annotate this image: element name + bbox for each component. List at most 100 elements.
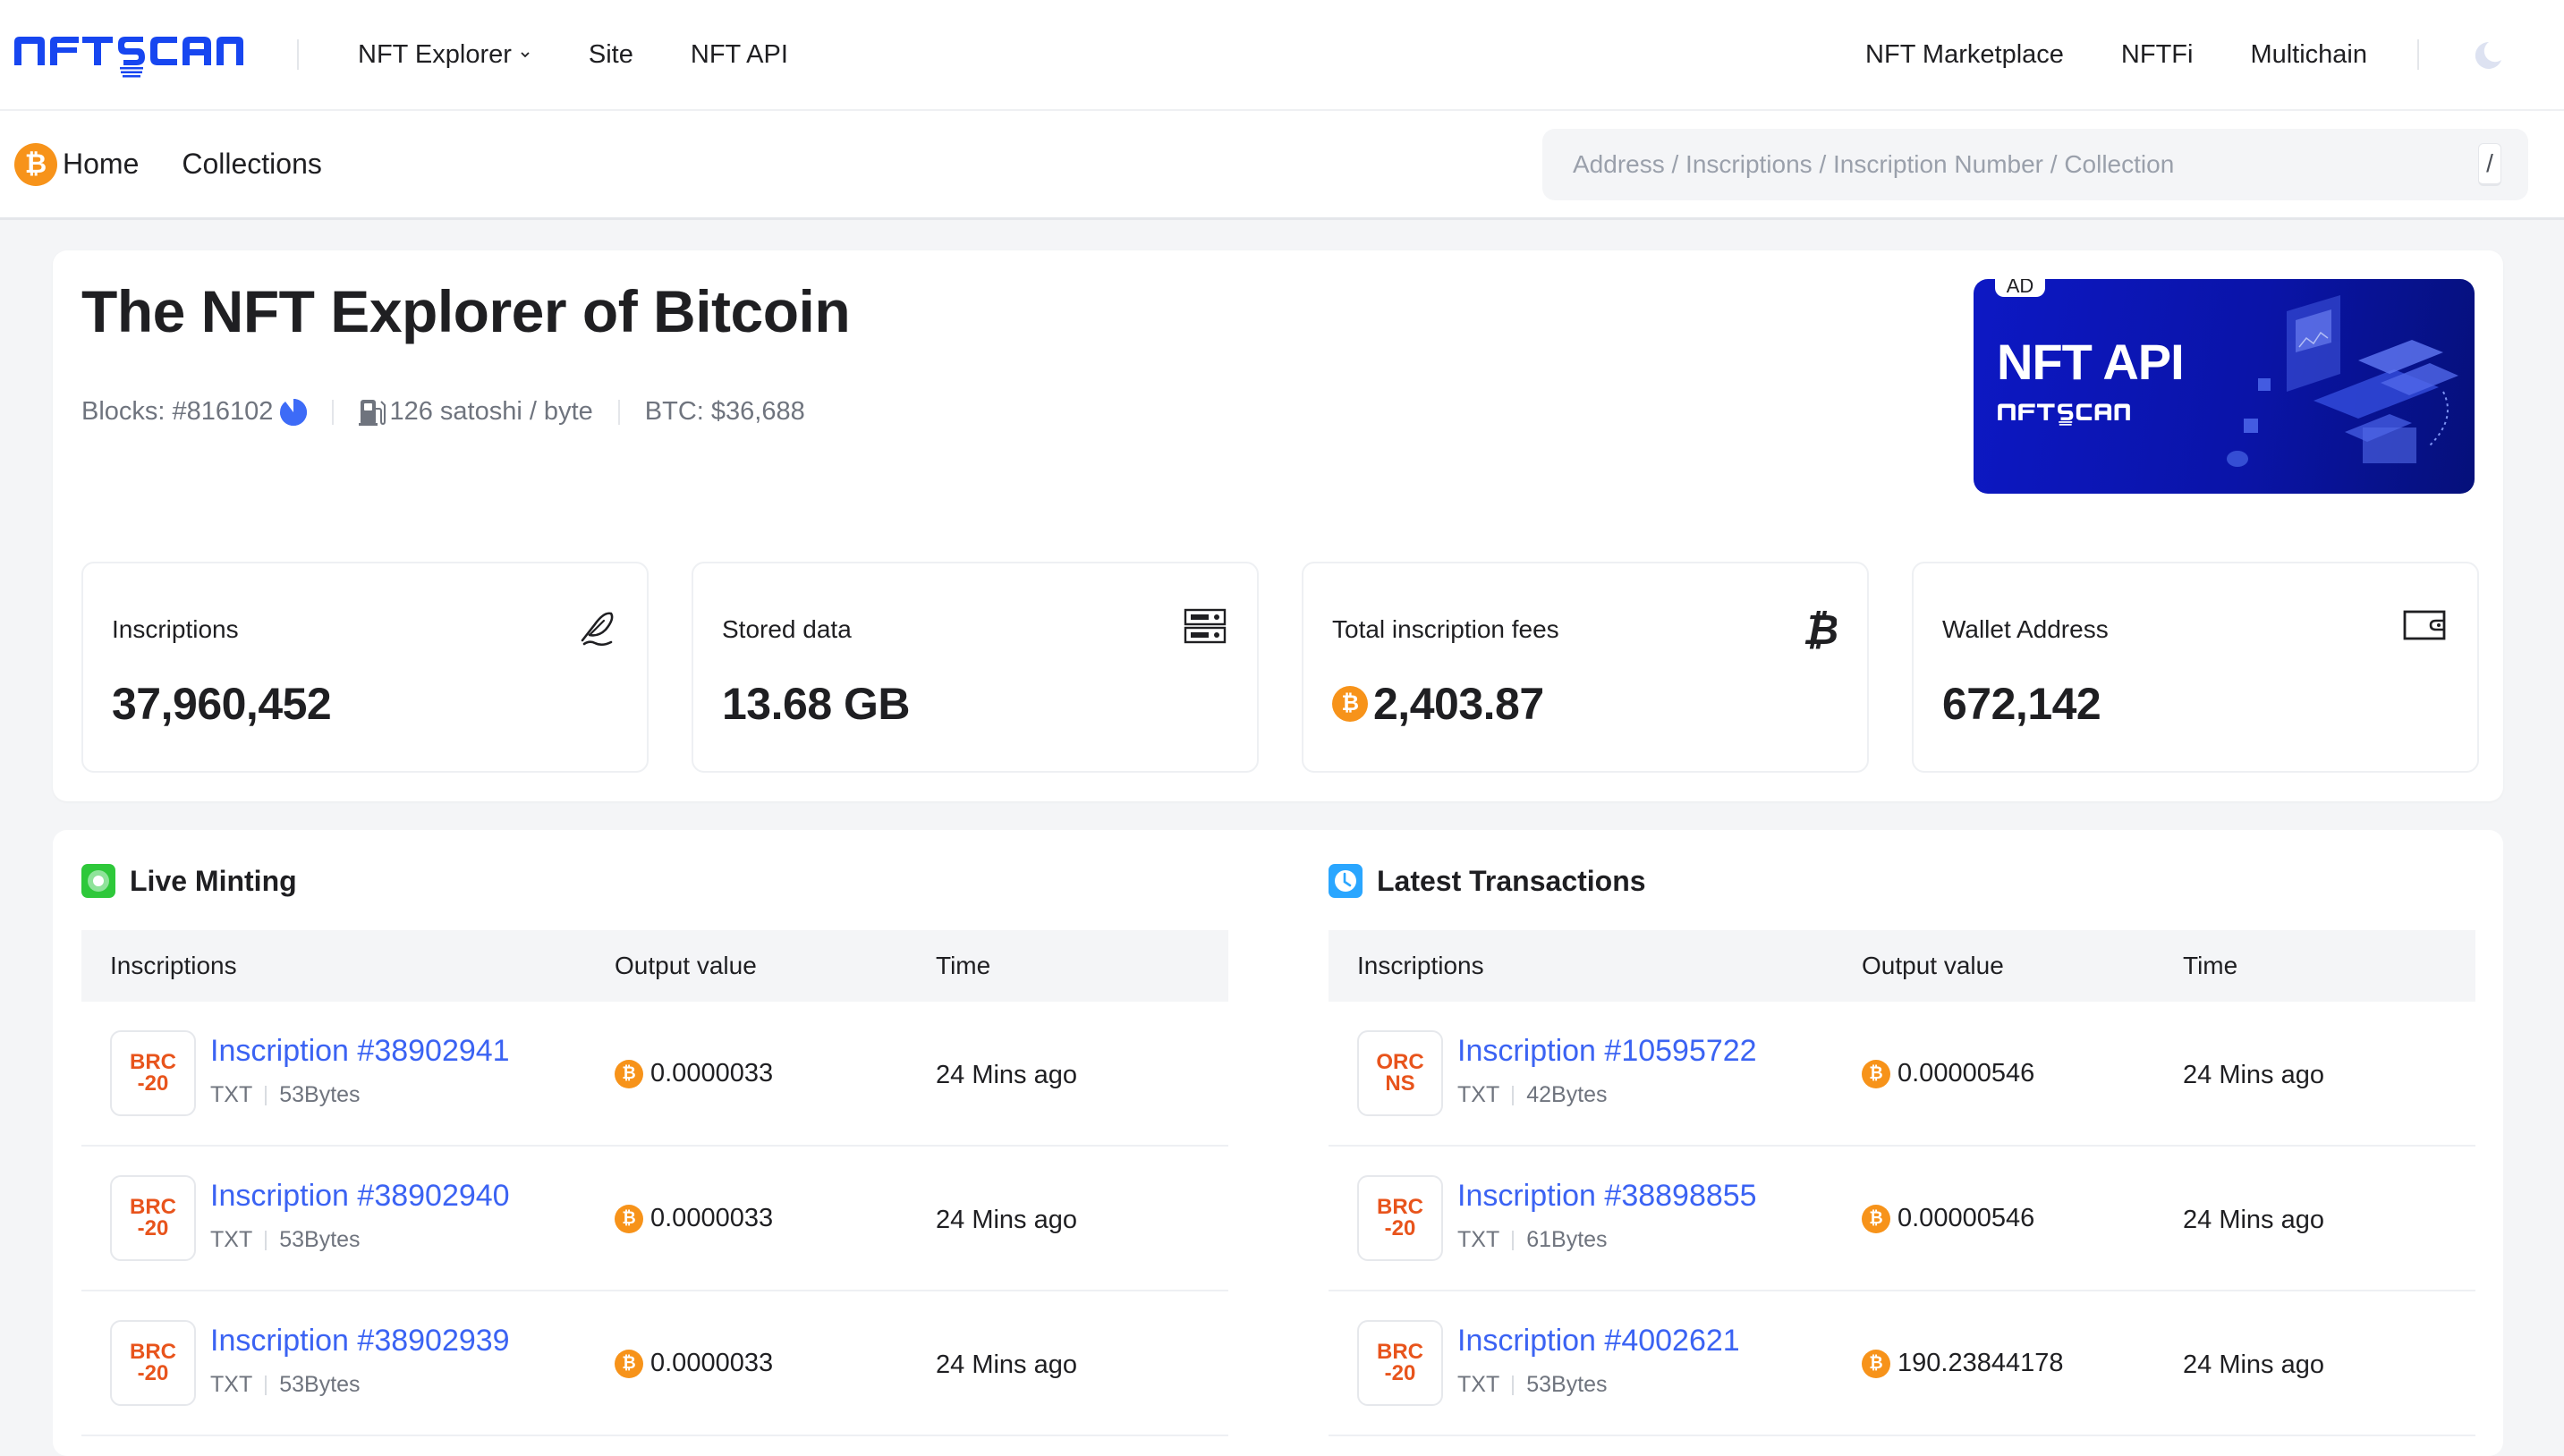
stat-label: Wallet Address — [1942, 615, 2109, 643]
nav-nft-api[interactable]: NFT API — [691, 40, 788, 70]
output-value: ₿ 0.00000546 — [1862, 1059, 2034, 1088]
badge-line: BRC — [1377, 1195, 1423, 1219]
stat-label: Stored data — [722, 615, 852, 643]
output-value-text: 0.0000033 — [650, 1059, 774, 1088]
table-row[interactable]: BRC -20 Inscription #38902941 TXT 53Bytes… — [81, 1002, 1228, 1147]
nav-multichain[interactable]: Multichain — [2250, 40, 2367, 70]
stat-value-text: 2,403.87 — [1373, 679, 1544, 729]
protocol-badge[interactable]: BRC -20 — [110, 1175, 196, 1261]
badge-line: BRC — [130, 1195, 176, 1219]
search-input[interactable] — [1573, 149, 2478, 179]
output-value: ₿ 0.00000546 — [1862, 1204, 2034, 1233]
output-value-text: 0.0000033 — [650, 1204, 774, 1232]
moon-icon[interactable] — [2469, 37, 2505, 72]
content-type: TXT — [210, 1227, 253, 1252]
badge-line: NS — [1385, 1071, 1415, 1096]
badge-line: -20 — [137, 1216, 169, 1240]
protocol-badge[interactable]: BRC -20 — [1357, 1320, 1443, 1406]
column-header: Inscriptions — [1357, 952, 1484, 979]
activity-panel: Live Minting Inscriptions Output value T… — [53, 830, 2503, 1456]
inscription-link[interactable]: Inscription #38902941 — [210, 1034, 510, 1069]
inscription-link[interactable]: Inscription #38898855 — [1457, 1179, 1757, 1214]
content-type: TXT — [1457, 1227, 1500, 1252]
primary-nav: NFT Explorer Site NFT API — [358, 40, 845, 70]
badge-line: ORC — [1376, 1050, 1424, 1074]
stat-card-wallet-address: Wallet Address 672,142 — [1912, 562, 2479, 773]
wallet-icon — [2403, 610, 2446, 640]
content-type: TXT — [1457, 1082, 1500, 1107]
table-row[interactable]: BRC -20 Inscription #38898855 TXT 61Bytes… — [1329, 1147, 2475, 1291]
protocol-badge[interactable]: BRC -20 — [1357, 1175, 1443, 1261]
subnav-home[interactable]: ₿ Home — [14, 142, 139, 186]
badge-line: -20 — [137, 1071, 169, 1096]
blocks-stat: Blocks: #816102 — [81, 397, 274, 426]
stat-value: 13.68 GB — [722, 679, 911, 729]
nav-nft-explorer[interactable]: NFT Explorer — [358, 40, 531, 70]
content-size: 53Bytes — [279, 1082, 361, 1107]
nav-nft-marketplace[interactable]: NFT Marketplace — [1865, 40, 2064, 70]
protocol-badge[interactable]: BRC -20 — [110, 1030, 196, 1116]
stats-divider — [617, 399, 620, 425]
meta-divider — [265, 1085, 267, 1105]
timestamp: 24 Mins ago — [936, 1061, 1077, 1089]
badge-line: BRC — [130, 1050, 176, 1074]
content-size: 53Bytes — [1526, 1372, 1608, 1397]
inscription-link[interactable]: Inscription #10595722 — [1457, 1034, 1757, 1069]
stat-card-stored-data: Stored data 13.68 GB — [692, 562, 1259, 773]
section-title-text: Latest Transactions — [1377, 864, 1646, 897]
ad-tag: AD — [1995, 279, 2045, 297]
nav-nftfi[interactable]: NFTFi — [2121, 40, 2194, 70]
inscription-meta: TXT 53Bytes — [210, 1372, 361, 1398]
gas-pump-icon — [359, 399, 386, 426]
inscription-meta: TXT 53Bytes — [210, 1227, 361, 1253]
stat-value: ₿ 2,403.87 — [1332, 678, 1544, 730]
subnav-collections[interactable]: Collections — [182, 148, 322, 181]
search-bar[interactable]: / — [1542, 128, 2528, 200]
bitcoin-coin-icon: ₿ — [615, 1059, 643, 1088]
nav-site[interactable]: Site — [589, 40, 633, 70]
timestamp: 24 Mins ago — [2183, 1350, 2324, 1379]
btc-price-stat: BTC: $36,688 — [644, 397, 805, 426]
table-body: BRC -20 Inscription #38902941 TXT 53Bytes… — [81, 1002, 1228, 1436]
top-navbar: NFT Explorer Site NFT API NFT Marketplac… — [0, 0, 2564, 111]
column-header: Inscriptions — [110, 952, 237, 979]
stat-value: 672,142 — [1942, 679, 2101, 729]
protocol-badge[interactable]: ORC NS — [1357, 1030, 1443, 1116]
header-divider-right — [2417, 39, 2419, 70]
table-row[interactable]: BRC -20 Inscription #38902939 TXT 53Bytes… — [81, 1291, 1228, 1436]
output-value: ₿ 0.0000033 — [615, 1204, 773, 1233]
ad-banner[interactable]: AD NFT API — [1974, 279, 2475, 494]
timestamp: 24 Mins ago — [2183, 1206, 2324, 1234]
stat-card-inscription-fees: Total inscription fees ₿ ₿ 2,403.87 — [1302, 562, 1869, 773]
latest-transactions-title: Latest Transactions — [1329, 864, 1646, 898]
output-value: ₿ 190.23844178 — [1862, 1349, 2063, 1378]
nftscan-logo-icon — [14, 37, 243, 78]
badge-line: BRC — [130, 1340, 176, 1364]
svg-text:₿: ₿ — [1803, 606, 1837, 651]
table-row[interactable]: ORC NS Inscription #10595722 TXT 42Bytes … — [1329, 1002, 2475, 1147]
inscription-link[interactable]: Inscription #38902939 — [210, 1324, 510, 1359]
stat-label: Inscriptions — [112, 615, 239, 643]
inscription-link[interactable]: Inscription #38902940 — [210, 1179, 510, 1214]
bitcoin-symbol-icon: ₿ — [1803, 606, 1837, 651]
badge-line: -20 — [1384, 1361, 1416, 1385]
table-row[interactable]: BRC -20 Inscription #38902940 TXT 53Bytes… — [81, 1147, 1228, 1291]
output-value-text: 190.23844178 — [1898, 1349, 2064, 1377]
column-header: Time — [2183, 952, 2238, 979]
content-type: TXT — [210, 1082, 253, 1107]
stat-label: Total inscription fees — [1332, 615, 1559, 643]
ad-isometric-illustration — [2227, 295, 2458, 467]
nftscan-logo[interactable] — [14, 28, 243, 81]
bitcoin-coin-icon: ₿ — [1862, 1204, 1890, 1233]
stat-cards: Inscriptions 37,960,452 Stored data 13.6… — [81, 562, 2479, 773]
timestamp: 24 Mins ago — [2183, 1061, 2324, 1089]
column-header: Output value — [1862, 952, 2004, 979]
protocol-badge[interactable]: BRC -20 — [110, 1320, 196, 1406]
content-size: 42Bytes — [1526, 1082, 1608, 1107]
table-row[interactable]: BRC -20 Inscription #4002621 TXT 53Bytes … — [1329, 1291, 2475, 1436]
inscription-meta: TXT 42Bytes — [1457, 1082, 1608, 1108]
meta-divider — [1512, 1375, 1515, 1395]
inscription-link[interactable]: Inscription #4002621 — [1457, 1324, 1740, 1359]
server-icon — [1184, 608, 1227, 644]
bitcoin-coin-icon: ₿ — [1332, 686, 1368, 722]
